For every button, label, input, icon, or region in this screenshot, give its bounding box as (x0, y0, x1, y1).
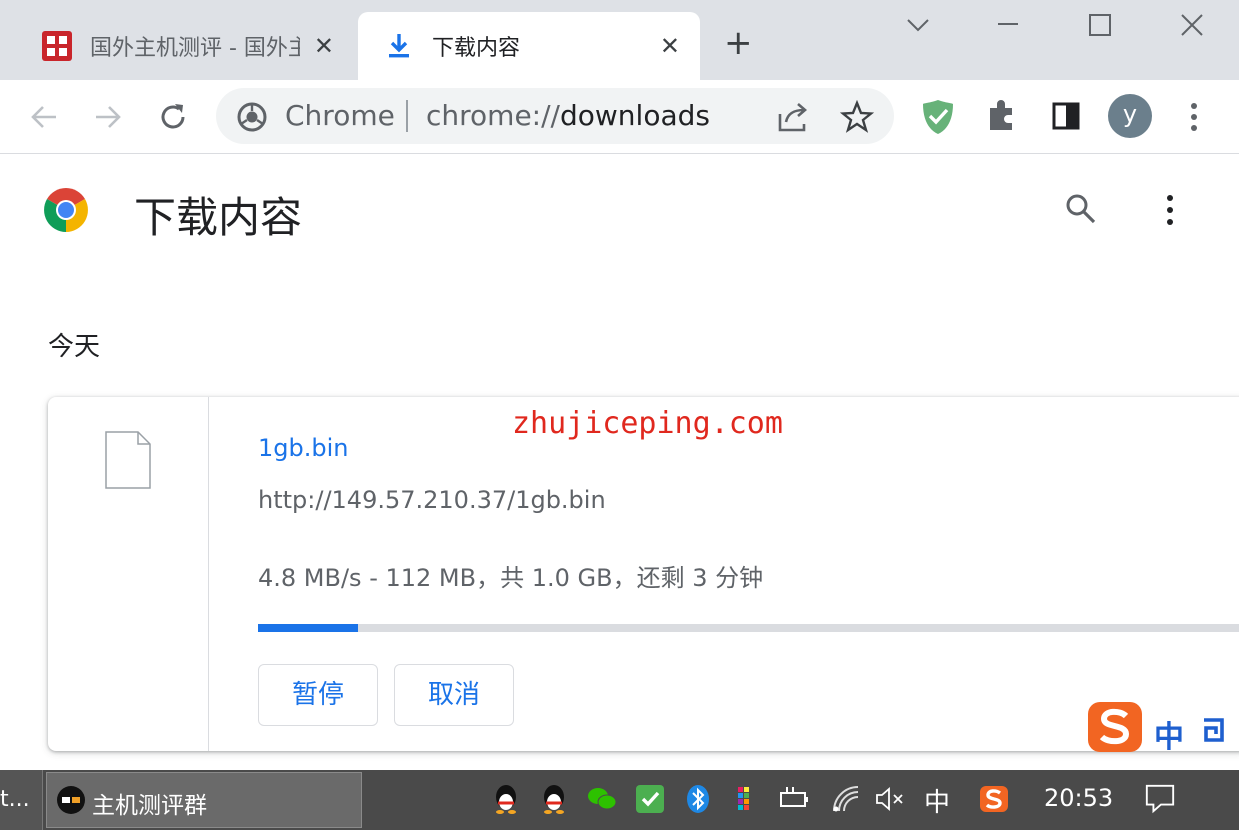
taskbar-partial-item[interactable]: t... (0, 770, 43, 830)
chrome-logo-icon (237, 102, 267, 132)
speaker-muted-icon[interactable] (874, 783, 906, 815)
tab-close-icon[interactable]: ✕ (314, 34, 334, 58)
battery-charging-icon[interactable] (778, 783, 810, 815)
download-progress-fill (258, 624, 358, 632)
color-grid-app-icon[interactable] (730, 783, 762, 815)
chrome-logo-icon (44, 188, 88, 232)
qq-penguin-icon[interactable] (490, 783, 522, 815)
download-icon (389, 34, 409, 58)
minimize-icon[interactable] (990, 12, 1026, 42)
group-avatar-icon (57, 786, 85, 814)
search-icon[interactable] (1064, 192, 1098, 226)
pause-button[interactable]: 暂停 (258, 664, 378, 726)
input-language-indicator[interactable]: 中 (924, 782, 950, 819)
adguard-extension-icon[interactable] (920, 98, 956, 136)
new-tab-button[interactable]: + (724, 26, 753, 60)
back-arrow-icon[interactable] (28, 102, 60, 132)
download-filename-link[interactable]: 1gb.bin (258, 434, 348, 462)
tab-downloads[interactable]: 下载内容 ✕ (358, 12, 700, 80)
watermark-text: zhujiceping.com (512, 406, 783, 441)
download-url[interactable]: http://149.57.210.37/1gb.bin (258, 486, 606, 514)
ime-language-indicator[interactable]: 中 (1154, 712, 1184, 756)
notification-center-icon[interactable] (1144, 782, 1176, 814)
share-icon[interactable] (776, 100, 812, 134)
url-path: downloads (559, 99, 710, 132)
bookmark-star-icon[interactable] (840, 100, 874, 134)
file-icon (105, 431, 151, 489)
download-status: 4.8 MB/s - 112 MB，共 1.0 GB，还剩 3 分钟 (258, 564, 764, 592)
qq-penguin-icon[interactable] (538, 783, 570, 815)
side-panel-icon[interactable] (1050, 100, 1082, 132)
ime-punctuation-mode-icon[interactable] (1200, 714, 1228, 744)
tab-title: 下载内容 (432, 36, 521, 61)
omnibox-separator (406, 100, 408, 132)
wifi-icon[interactable] (830, 783, 862, 815)
wechat-icon[interactable] (586, 783, 618, 815)
tab-close-icon[interactable]: ✕ (660, 34, 680, 58)
tab-zhujiceping[interactable]: 国外主机测评 - 国外主机测评 ✕ (22, 12, 354, 80)
extensions-puzzle-icon[interactable] (984, 98, 1020, 134)
card-divider (208, 397, 209, 751)
maximize-icon[interactable] (1082, 12, 1118, 42)
close-window-icon[interactable] (1174, 12, 1210, 42)
forward-arrow-icon[interactable] (92, 102, 124, 132)
download-progress-track (258, 624, 1239, 632)
chrome-menu-kebab-icon[interactable] (1184, 100, 1204, 134)
tab-title: 国外主机测评 - 国外主机测评 (90, 36, 300, 61)
tab-search-chevron-icon[interactable] (900, 12, 936, 42)
cancel-button[interactable]: 取消 (394, 664, 514, 726)
url-scheme: chrome:// (426, 99, 560, 132)
omnibox-site-label: Chrome (285, 99, 395, 132)
bluetooth-icon[interactable] (682, 783, 714, 815)
omnibox-url[interactable]: chrome://downloads (426, 99, 710, 132)
date-header: 今天 (48, 332, 101, 362)
profile-avatar[interactable]: y (1108, 94, 1152, 138)
page-title: 下载内容 (134, 193, 303, 242)
taskbar-app-label: 主机测评群 (92, 793, 207, 819)
security-shield-icon[interactable] (634, 783, 666, 815)
site-favicon-icon (42, 31, 72, 61)
sogou-ime-icon[interactable] (1086, 700, 1144, 754)
reload-icon[interactable] (156, 100, 190, 134)
downloads-menu-kebab-icon[interactable] (1160, 192, 1180, 228)
taskbar-clock[interactable]: 20:53 (1044, 784, 1113, 812)
sogou-tray-icon[interactable] (978, 783, 1010, 815)
